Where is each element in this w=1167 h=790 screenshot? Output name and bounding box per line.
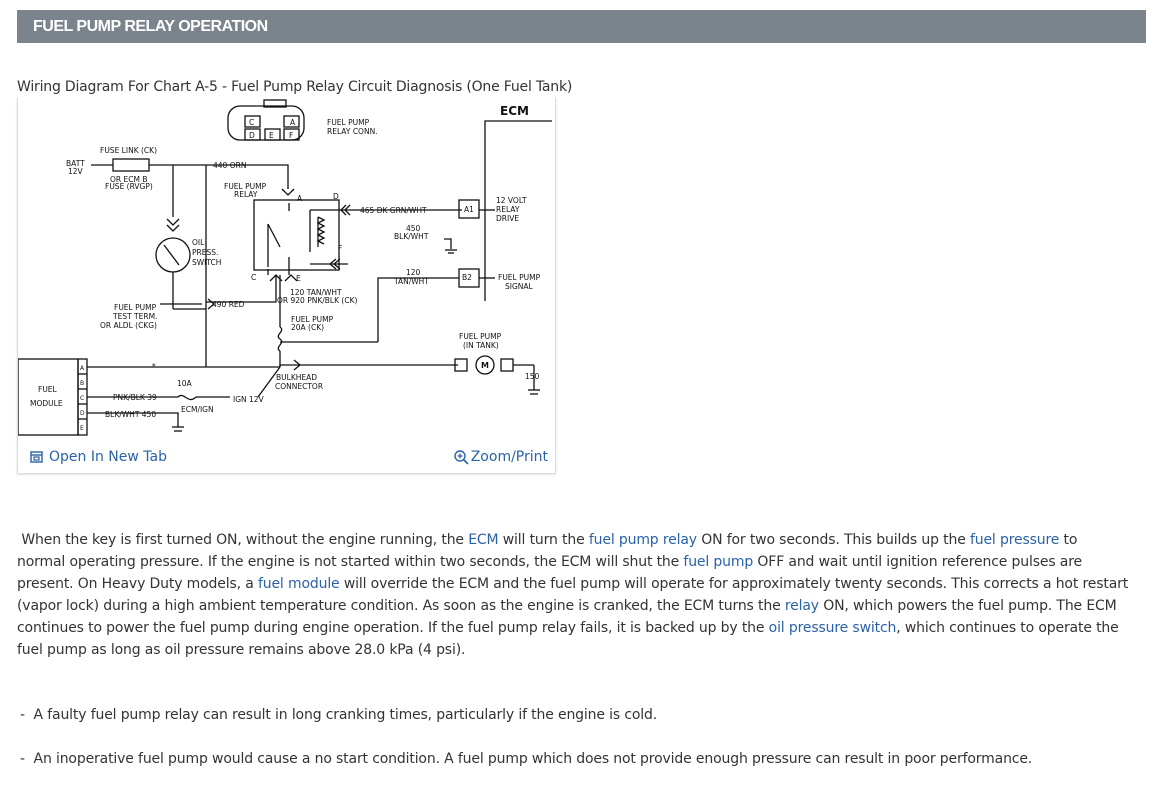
text-segment: ON for two seconds. This builds up the <box>696 532 970 548</box>
svg-text:RELAY: RELAY <box>496 205 520 214</box>
wiring-diagram[interactable]: ECM C A D E F FUEL PUMP RELAY CONN. FUSE… <box>18 97 555 442</box>
link-oil-pressure-switch[interactable]: oil pressure switch <box>769 620 897 636</box>
svg-text:C: C <box>251 273 256 282</box>
bullet-marker: - <box>20 751 25 767</box>
svg-text:D: D <box>333 192 339 201</box>
svg-text:IGN 12V: IGN 12V <box>233 395 265 404</box>
link-fuel-module[interactable]: fuel module <box>258 576 340 592</box>
svg-text:BLK/WHT: BLK/WHT <box>394 232 429 241</box>
svg-text:CONNECTOR: CONNECTOR <box>275 382 323 391</box>
link-relay[interactable]: relay <box>785 598 819 614</box>
svg-text:M: M <box>481 361 489 370</box>
svg-text:E: E <box>80 425 84 432</box>
svg-text:F: F <box>338 244 342 253</box>
svg-text:RELAY CONN.: RELAY CONN. <box>327 127 378 136</box>
figure-caption: Wiring Diagram For Chart A-5 - Fuel Pump… <box>17 79 573 95</box>
svg-text:B: B <box>80 380 84 387</box>
svg-text:120: 120 <box>406 268 421 277</box>
svg-text:*: * <box>152 362 156 371</box>
svg-text:A1: A1 <box>464 205 474 214</box>
svg-text:E: E <box>296 274 301 283</box>
link-fuel-pressure[interactable]: fuel pressure <box>970 532 1059 548</box>
svg-text:SIGNAL: SIGNAL <box>505 282 534 291</box>
svg-text:PNK/BLK 39: PNK/BLK 39 <box>113 393 157 402</box>
svg-text:OR ALDL (CKG): OR ALDL (CKG) <box>100 321 157 330</box>
svg-text:20A (CK): 20A (CK) <box>291 323 324 332</box>
svg-text:DRIVE: DRIVE <box>496 214 519 223</box>
svg-text:E: E <box>269 131 274 140</box>
svg-text:490 RED: 490 RED <box>212 300 245 309</box>
svg-text:12V: 12V <box>68 167 84 176</box>
svg-text:C: C <box>80 395 84 402</box>
svg-text:F: F <box>289 131 293 140</box>
svg-text:D: D <box>80 410 85 417</box>
svg-text:150: 150 <box>525 372 540 381</box>
link-fuel-pump[interactable]: fuel pump <box>683 554 753 570</box>
diagram-labels: ECM C A D E F FUEL PUMP RELAY CONN. FUSE… <box>30 104 541 432</box>
svg-text:MODULE: MODULE <box>30 399 63 408</box>
svg-text:OIL: OIL <box>192 238 205 247</box>
svg-text:10A: 10A <box>177 379 193 388</box>
zoom-print-link[interactable]: Zoom/Print <box>454 449 548 465</box>
svg-text:(IN TANK): (IN TANK) <box>463 341 499 350</box>
new-tab-icon <box>30 451 43 463</box>
svg-text:FUSE (RVGP): FUSE (RVGP) <box>105 182 153 191</box>
diagram-arrows <box>166 188 351 371</box>
bullet-text: An inoperative fuel pump would cause a n… <box>33 751 1033 767</box>
wiring-diagram-figure: ECM C A D E F FUEL PUMP RELAY CONN. FUSE… <box>17 97 556 474</box>
svg-text:FUEL PUMP: FUEL PUMP <box>327 118 370 127</box>
svg-text:A: A <box>297 194 303 203</box>
section-header: FUEL PUMP RELAY OPERATION <box>17 10 1146 43</box>
svg-text:FUEL PUMP: FUEL PUMP <box>498 273 541 282</box>
svg-text:TEST TERM.: TEST TERM. <box>112 312 157 321</box>
zoom-in-icon <box>454 449 469 465</box>
svg-text:BLK/WHT 450: BLK/WHT 450 <box>105 410 156 419</box>
bullet-text: A faulty fuel pump relay can result in l… <box>33 707 658 723</box>
bullet-marker: - <box>20 707 25 723</box>
svg-text:FUEL: FUEL <box>38 385 58 394</box>
bullet-item: - An inoperative fuel pump would cause a… <box>20 751 1032 767</box>
svg-text:RELAY: RELAY <box>234 190 258 199</box>
svg-text:12 VOLT: 12 VOLT <box>496 196 527 205</box>
svg-text:PRESS.: PRESS. <box>192 248 218 257</box>
svg-text:C: C <box>249 118 254 127</box>
text-segment: will turn the <box>498 532 589 548</box>
svg-text:B2: B2 <box>462 273 472 282</box>
svg-text:OR 920 PNK/BLK (CK): OR 920 PNK/BLK (CK) <box>277 296 357 305</box>
text-segment: When the key is first turned ON, without… <box>21 532 469 548</box>
svg-text:ECM: ECM <box>500 104 529 118</box>
svg-text:A: A <box>80 365 85 372</box>
svg-text:D: D <box>249 131 255 140</box>
svg-text:FUSE LINK (CK): FUSE LINK (CK) <box>100 146 157 155</box>
svg-text:TAN/WHT: TAN/WHT <box>393 277 429 286</box>
svg-text:A: A <box>290 118 296 127</box>
link-ecm[interactable]: ECM <box>468 532 498 548</box>
link-fuel-pump-relay[interactable]: fuel pump relay <box>589 532 697 548</box>
svg-text:465 DK GRN/WHT: 465 DK GRN/WHT <box>360 206 427 215</box>
svg-text:FUEL PUMP: FUEL PUMP <box>114 303 157 312</box>
open-in-new-tab-label: Open In New Tab <box>49 449 167 465</box>
description-paragraph: When the key is first turned ON, without… <box>17 529 1129 661</box>
bullet-item: - A faulty fuel pump relay can result in… <box>20 707 657 723</box>
figure-footer: Open In New Tab Zoom/Print <box>18 442 555 472</box>
svg-text:BULKHEAD: BULKHEAD <box>276 373 317 382</box>
svg-text:FUEL PUMP: FUEL PUMP <box>459 332 502 341</box>
section-title: FUEL PUMP RELAY OPERATION <box>33 17 268 35</box>
svg-text:440 ORN: 440 ORN <box>213 161 246 170</box>
svg-text:ECM/IGN: ECM/IGN <box>181 405 214 414</box>
zoom-print-label: Zoom/Print <box>470 449 548 465</box>
open-in-new-tab-link[interactable]: Open In New Tab <box>30 449 167 465</box>
svg-text:SWITCH: SWITCH <box>192 258 221 267</box>
